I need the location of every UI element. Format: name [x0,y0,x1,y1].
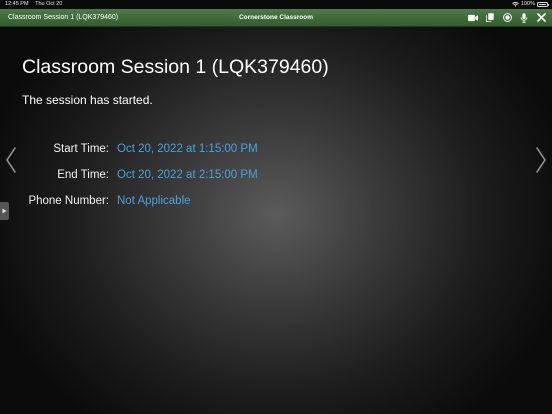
app-header: Classroom Session 1 (LQK379460) Cornerst… [0,9,552,27]
session-status-text: The session has started. [22,93,153,107]
status-bar-right: 100% [512,0,549,9]
status-bar: 12:45 PM Thu Oct 20 100% [0,0,552,9]
detail-value: Oct 20, 2022 at 2:15:00 PM [117,169,258,181]
close-icon [536,13,546,22]
close-button[interactable] [536,13,546,23]
video-camera-icon [468,14,478,21]
triangle-right-icon [2,208,7,214]
record-icon [502,13,512,22]
battery-icon [537,2,549,7]
status-bar-left: 12:45 PM Thu Oct 20 [5,0,62,9]
wifi-icon [512,2,519,7]
record-button[interactable] [502,13,512,23]
app-screen: 12:45 PM Thu Oct 20 100% Classroom Sessi… [0,0,552,414]
status-date: Thu Oct 20 [35,1,63,7]
previous-page-button[interactable] [4,146,18,174]
detail-value: Oct 20, 2022 at 1:15:00 PM [117,143,258,155]
copy-icon [486,13,494,22]
page-title: Classroom Session 1 (LQK379460) [22,56,329,78]
side-panel-toggle[interactable] [0,202,9,220]
status-time: 12:45 PM [5,1,29,7]
detail-label: Phone Number: [28,195,109,207]
copy-button[interactable] [485,13,495,23]
microphone-button[interactable] [519,12,529,23]
chevron-left-icon [6,147,16,173]
battery-percent: 100% [520,1,535,7]
header-session-title: Classroom Session 1 (LQK379460) [8,14,119,21]
header-toolbar [468,9,546,26]
chevron-right-icon [536,147,546,173]
detail-value: Not Applicable [117,195,191,207]
next-page-button[interactable] [534,146,548,174]
microphone-icon [520,12,528,23]
video-camera-button[interactable] [468,13,478,23]
